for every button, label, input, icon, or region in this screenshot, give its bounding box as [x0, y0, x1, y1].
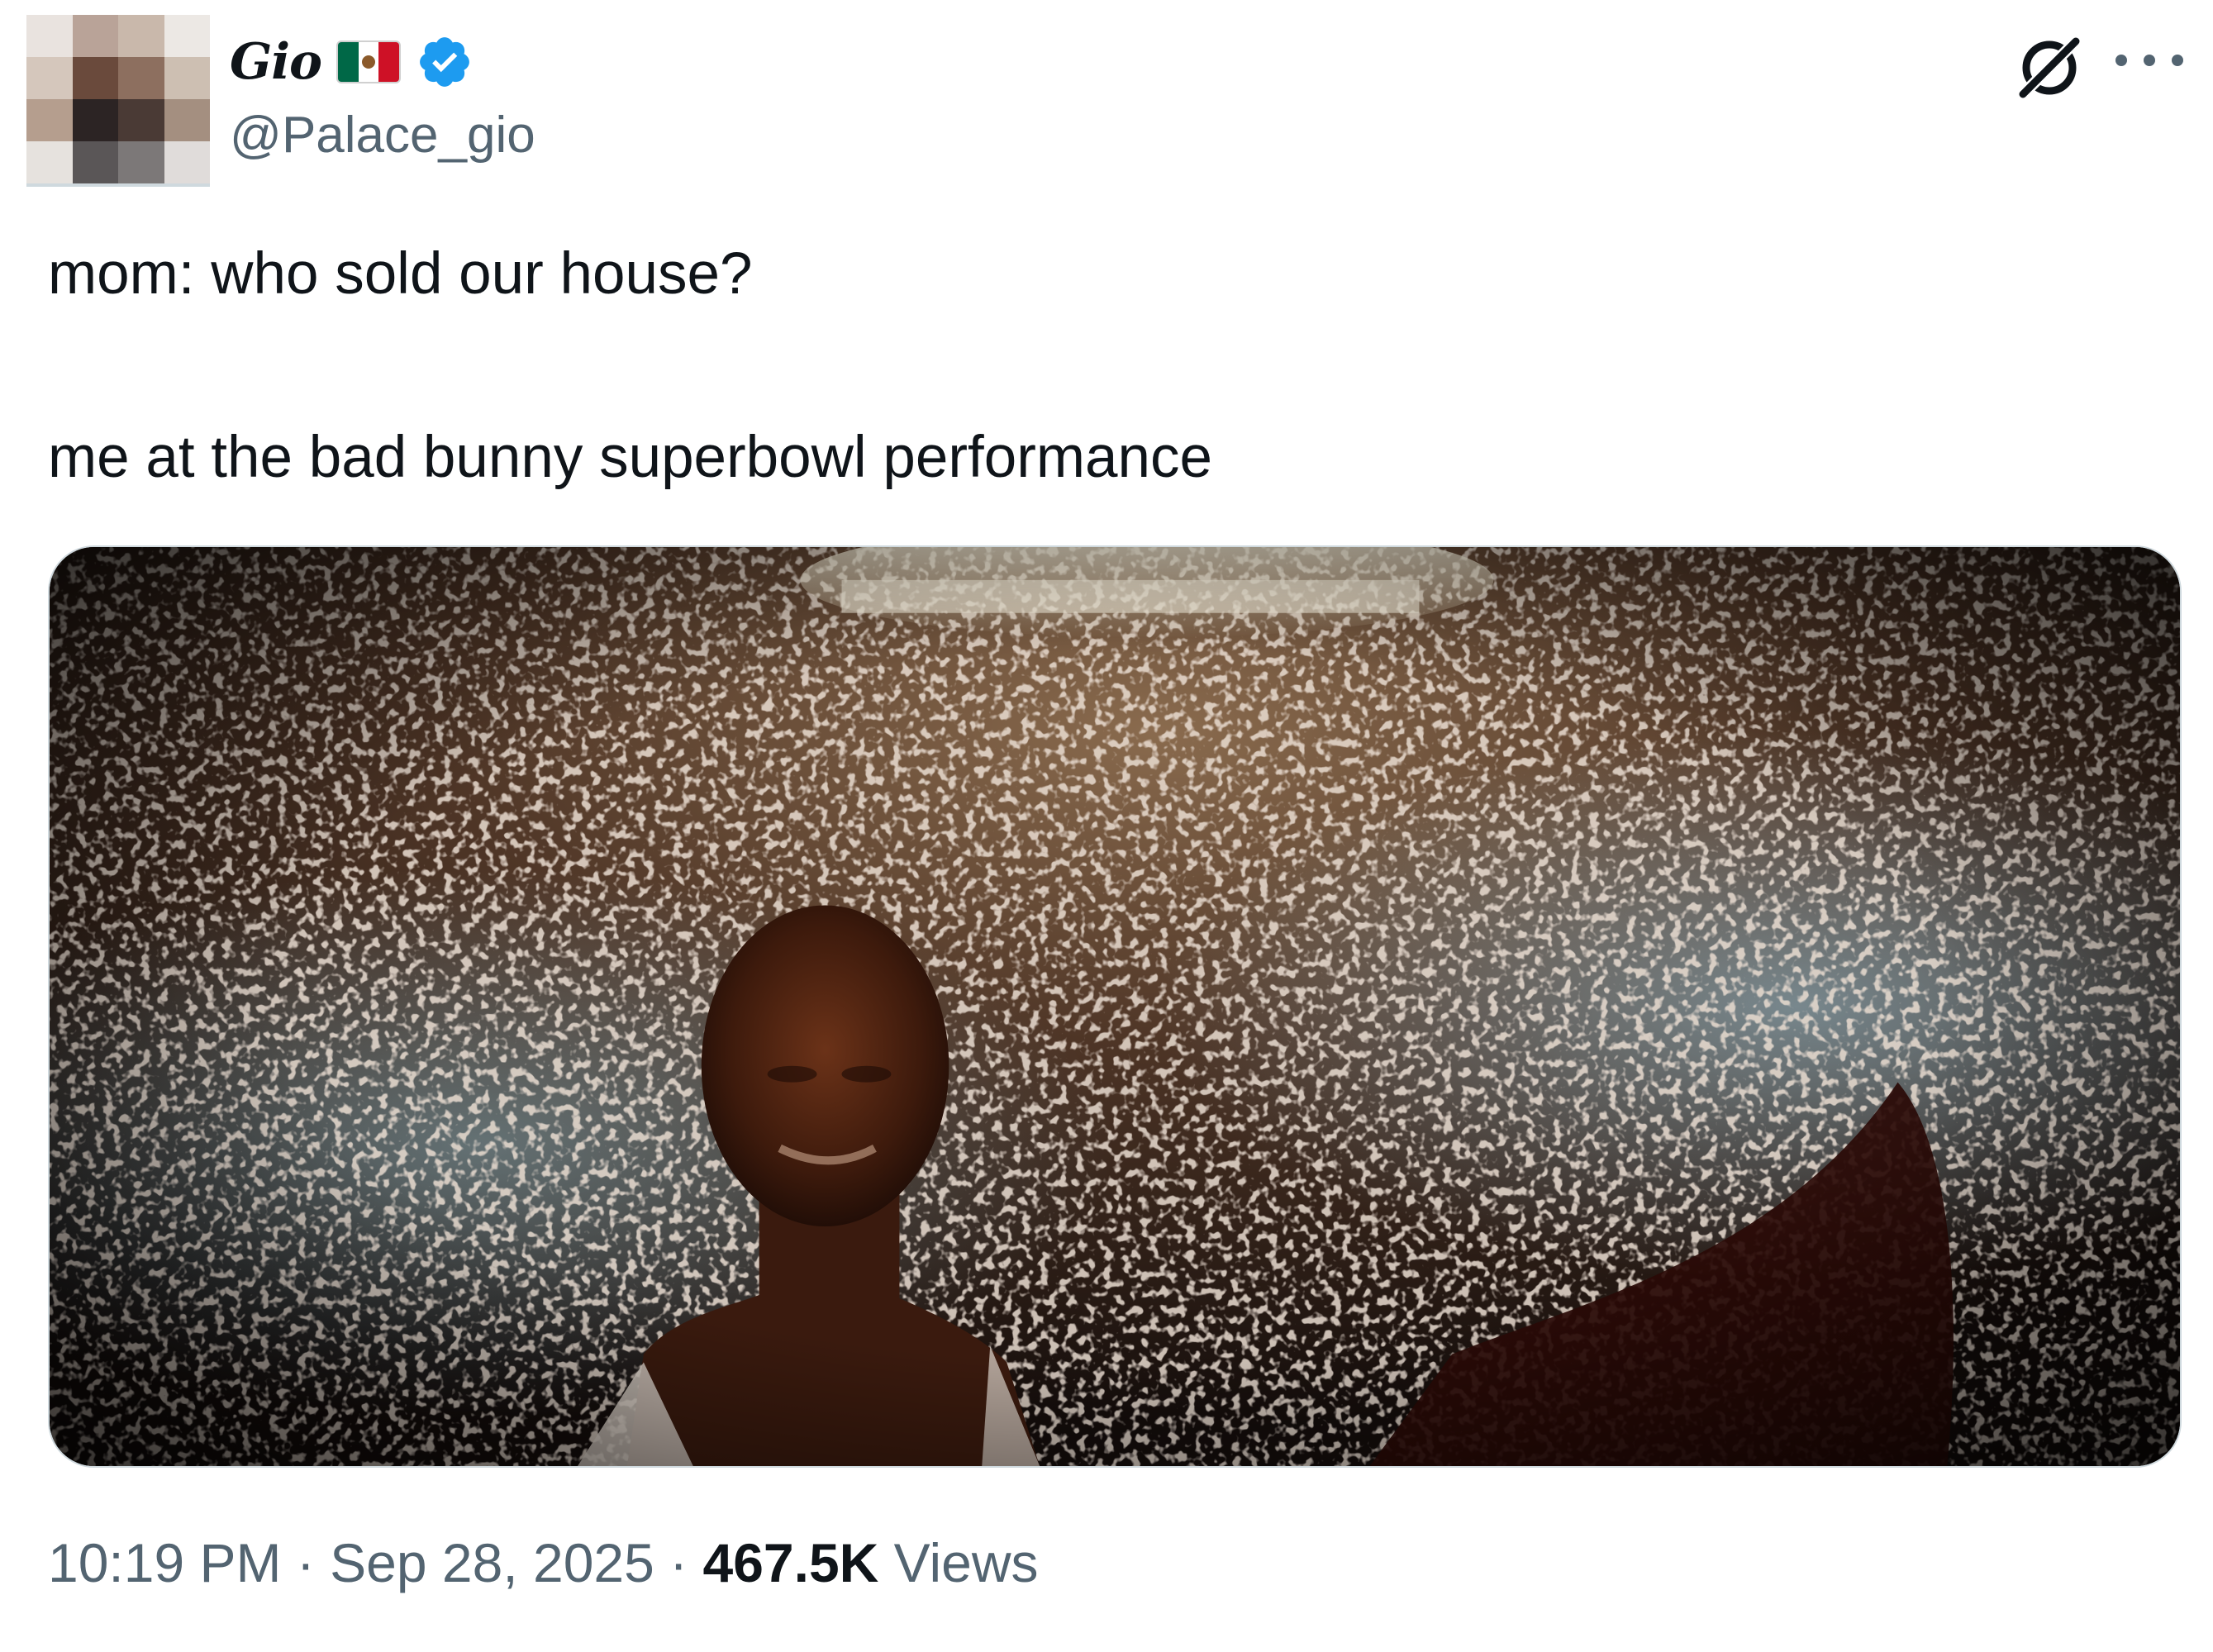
tweet-text: mom: who sold our house? me at the bad b… — [48, 233, 1212, 499]
meta-separator: · — [281, 1532, 331, 1593]
crowd-selfie-photo — [50, 547, 2180, 1466]
avatar[interactable] — [26, 15, 210, 187]
mexico-flag-icon — [336, 40, 402, 83]
tweet-date[interactable]: Sep 28, 2025 — [330, 1532, 654, 1593]
views-label: Views — [878, 1532, 1039, 1593]
grok-icon[interactable] — [2013, 31, 2086, 104]
tweet-media-image[interactable] — [48, 545, 2182, 1468]
tweet-text-line-2: me at the bad bunny superbowl performanc… — [48, 425, 1213, 490]
verified-badge-icon[interactable] — [416, 33, 474, 91]
author-display-name[interactable]: Gio — [230, 37, 322, 87]
author-name-row: Gio — [230, 25, 474, 99]
author-handle[interactable]: @Palace_gio — [230, 102, 535, 169]
more-options-icon[interactable] — [2115, 48, 2183, 73]
tweet-time[interactable]: 10:19 PM — [48, 1532, 282, 1593]
tweet-text-line-1: mom: who sold our house? — [48, 241, 753, 307]
views-count[interactable]: 467.5K — [703, 1532, 879, 1593]
tweet: Gio @Palace_gio mom: who sold our house?… — [0, 0, 2213, 1652]
meta-separator: · — [654, 1532, 703, 1593]
tweet-meta: 10:19 PM · Sep 28, 2025 · 467.5K Views — [48, 1526, 1039, 1600]
